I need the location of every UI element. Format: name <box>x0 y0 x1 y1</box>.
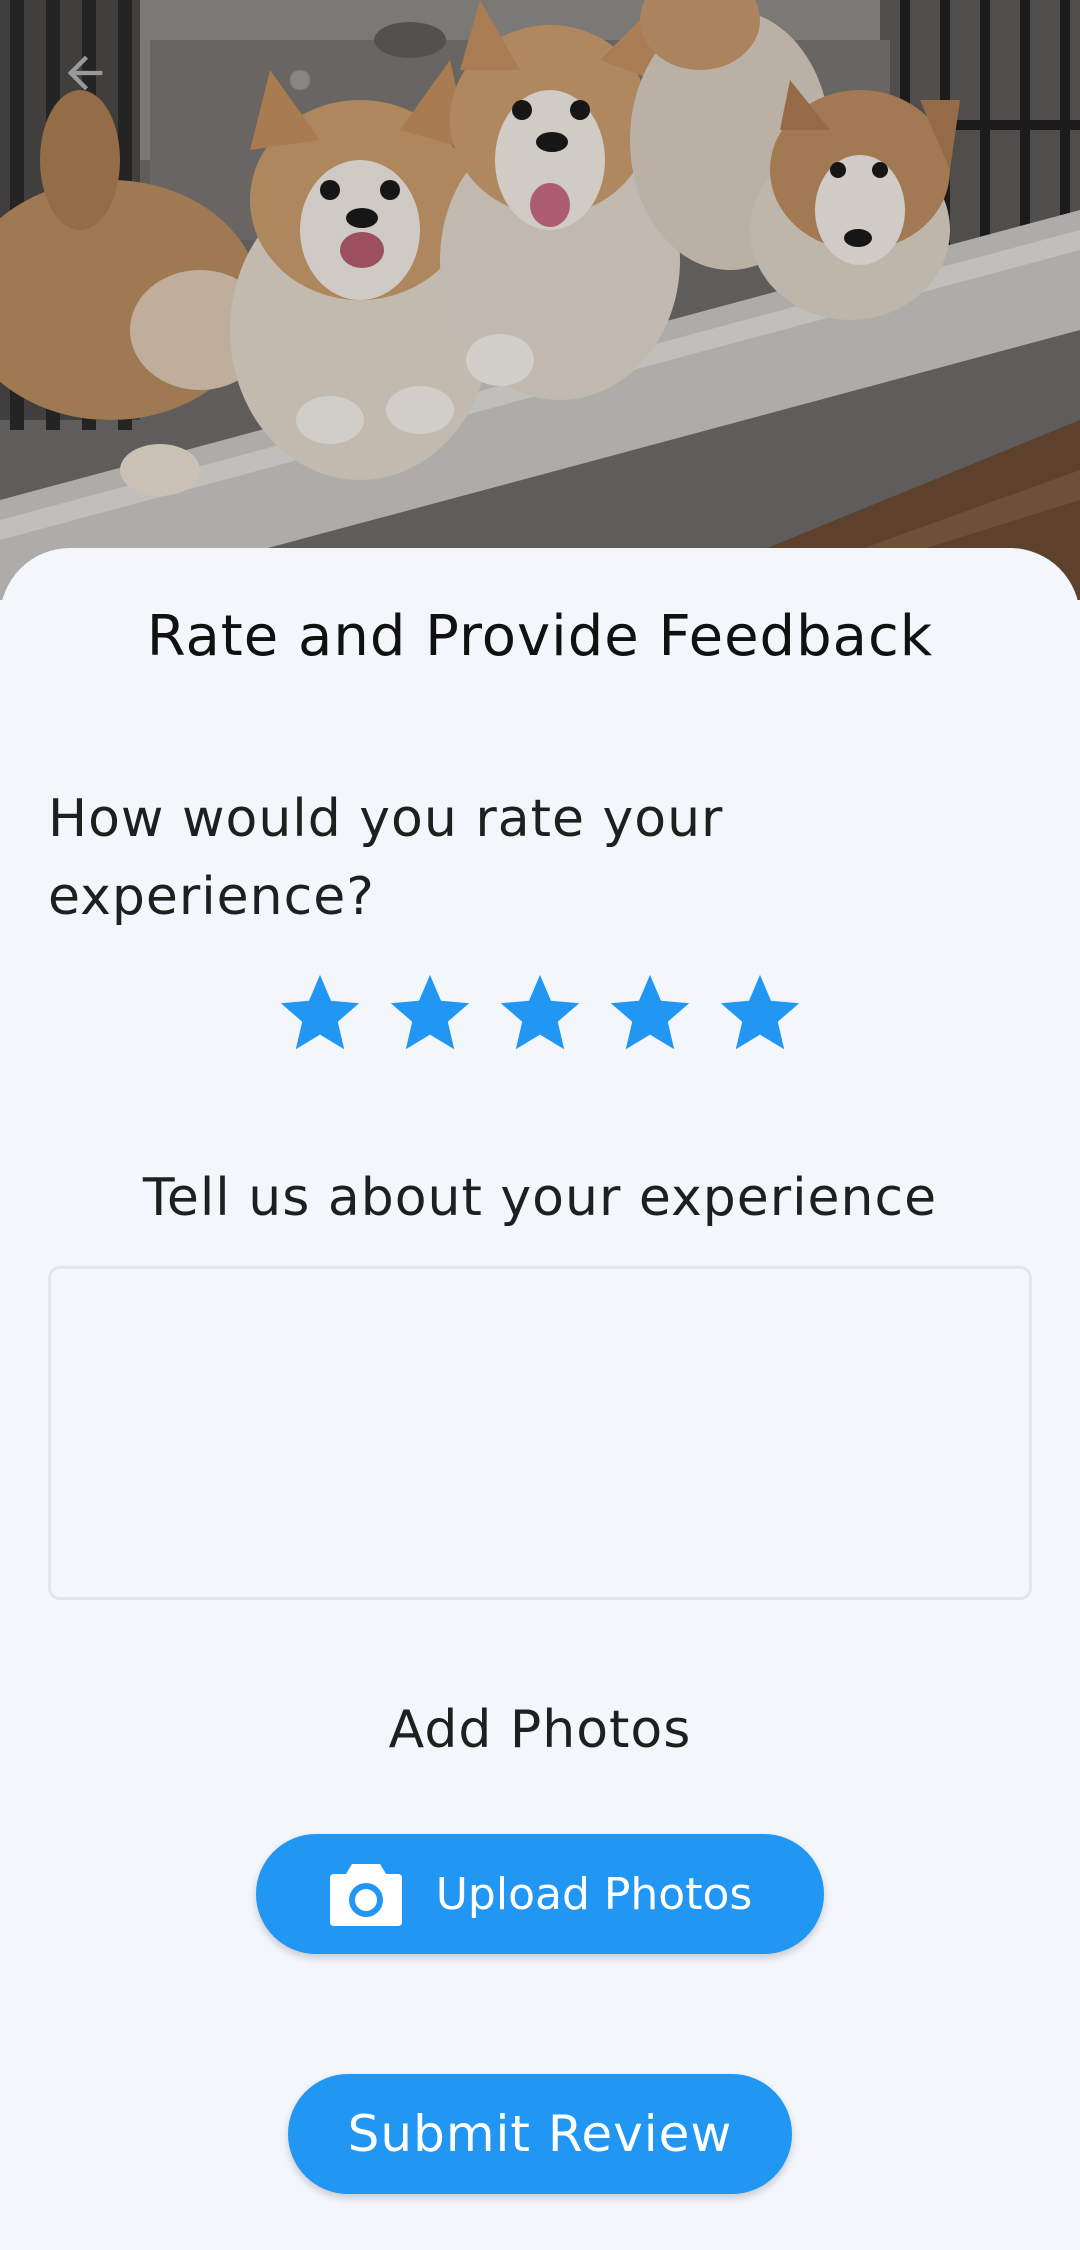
star-icon[interactable] <box>710 964 810 1064</box>
rate-feedback-screen: Rate and Provide Feedback How would you … <box>0 0 1080 2250</box>
camera-icon <box>328 1859 404 1929</box>
experience-label: Tell us about your experience <box>142 1168 938 1228</box>
puppies-photo <box>0 0 1080 600</box>
upload-photos-label: Upload Photos <box>435 1868 753 1920</box>
star-icon[interactable] <box>600 964 700 1064</box>
rating-question: How would you rate your experience? <box>48 789 724 927</box>
add-photos-label: Add Photos <box>388 1700 692 1760</box>
star-icon[interactable] <box>270 964 370 1064</box>
star-rating[interactable] <box>270 964 810 1064</box>
back-button[interactable] <box>50 40 120 110</box>
star-icon[interactable] <box>380 964 480 1064</box>
feedback-sheet: Rate and Provide Feedback How would you … <box>0 548 1080 2250</box>
page-title: Rate and Provide Feedback <box>146 604 934 669</box>
experience-textarea[interactable] <box>48 1266 1032 1600</box>
upload-photos-button[interactable]: Upload Photos <box>256 1834 824 1954</box>
star-icon[interactable] <box>490 964 590 1064</box>
arrow-left-icon <box>59 47 111 103</box>
submit-review-button[interactable]: Submit Review <box>288 2074 792 2194</box>
